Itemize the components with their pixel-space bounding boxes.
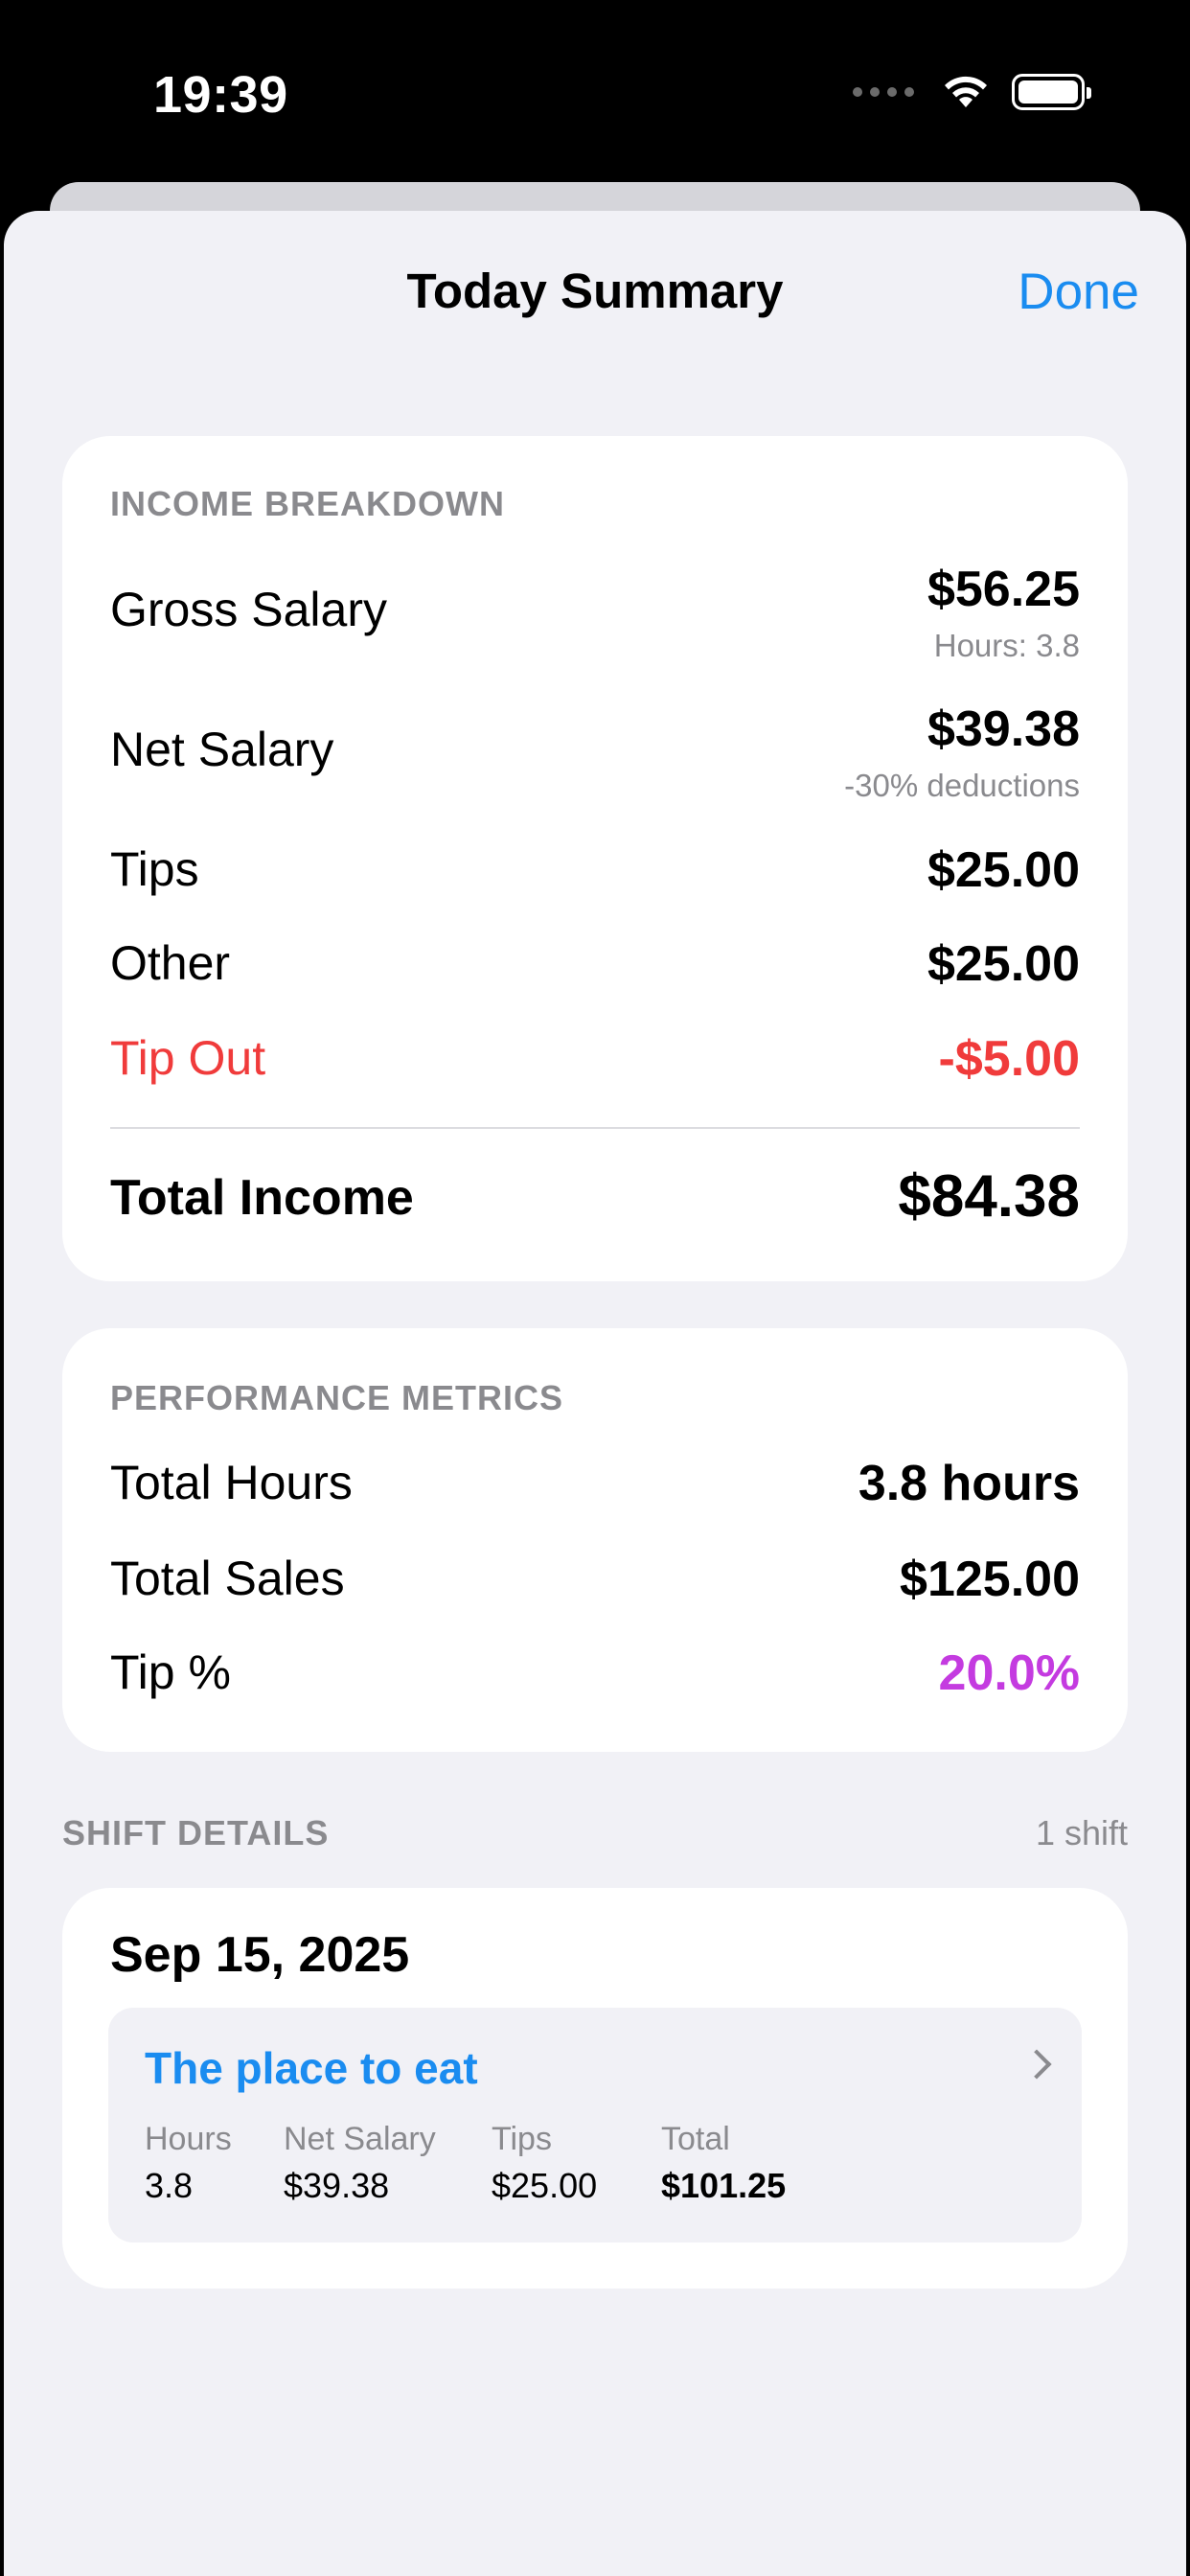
status-icons [853,73,1091,111]
shift-count: 1 shift [1035,1813,1128,1852]
other-label: Other [110,936,231,990]
tips-label: Tips [110,842,199,896]
status-time: 19:39 [153,66,288,124]
shift-workplace-name: The place to eat [145,2043,478,2093]
tip-percent-label: Tip % [110,1645,231,1699]
shift-total-stat: Total $101.25 [661,2121,786,2206]
cellular-signal-icon [853,87,914,97]
shift-tips-stat: Tips $25.00 [492,2121,597,2206]
chevron-right-icon [1021,2049,1052,2080]
tips-value: $25.00 [927,842,1080,898]
shift-hours-label: Hours [145,2121,232,2157]
income-breakdown-card: INCOME BREAKDOWN Gross Salary $56.25 Hou… [62,436,1128,1281]
shift-hours-stat: Hours 3.8 [145,2121,232,2206]
battery-icon [1012,74,1091,110]
gross-salary-hours: Hours: 3.8 [933,628,1080,663]
total-income-label: Total Income [110,1170,414,1226]
income-section-header: INCOME BREAKDOWN [110,484,505,523]
shift-hours-value: 3.8 [145,2166,194,2205]
tip-percent-value: 20.0% [938,1645,1080,1701]
shift-net-salary-stat: Net Salary $39.38 [284,2121,436,2206]
shift-tips-label: Tips [492,2121,552,2157]
shift-net-salary-label: Net Salary [284,2121,436,2157]
total-sales-value: $125.00 [900,1552,1080,1607]
shift-tips-value: $25.00 [492,2166,598,2205]
gross-salary-value: $56.25 [927,562,1080,617]
shift-details-card: Sep 15, 2025 The place to eat Hours 3.8 … [62,1888,1128,2288]
total-income-value: $84.38 [898,1163,1080,1230]
net-salary-value: $39.38 [927,702,1080,757]
shift-net-salary-value: $39.38 [284,2166,390,2205]
shift-total-label: Total [661,2121,730,2157]
total-hours-value: 3.8 hours [858,1456,1080,1511]
other-value: $25.00 [927,936,1080,992]
wifi-icon [945,76,987,107]
status-bar: 19:39 [0,0,1190,192]
shift-details-header: SHIFT DETAILS [62,1813,330,1852]
gross-salary-label: Gross Salary [110,583,387,636]
performance-metrics-card: PERFORMANCE METRICS Total Hours 3.8 hour… [62,1328,1128,1752]
net-salary-label: Net Salary [110,723,334,776]
shift-date: Sep 15, 2025 [110,1927,410,1983]
total-sales-label: Total Sales [110,1552,345,1605]
shift-total-value: $101.25 [661,2166,787,2205]
tip-out-value: -$5.00 [938,1031,1080,1087]
divider [110,1127,1080,1129]
tip-out-label: Tip Out [110,1031,266,1085]
total-hours-label: Total Hours [110,1456,353,1509]
shift-list-item[interactable]: The place to eat Hours 3.8 Net Salary $3… [108,2008,1082,2242]
performance-section-header: PERFORMANCE METRICS [110,1378,564,1417]
net-salary-deductions: -30% deductions [844,768,1080,803]
done-button[interactable]: Done [1018,263,1139,321]
page-title: Today Summary [406,264,784,318]
